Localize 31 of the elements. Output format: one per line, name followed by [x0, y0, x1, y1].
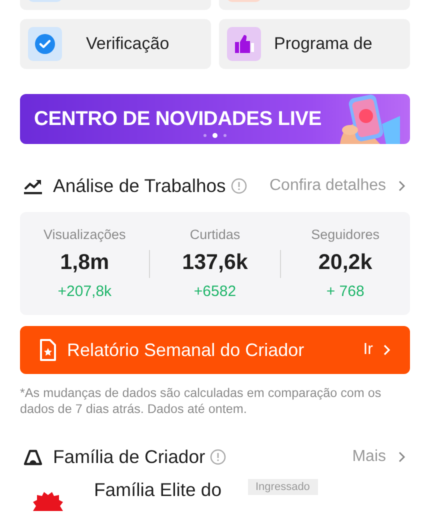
footnote: *As mudanças de dados são calculadas em comparação com os dados de 7 dias atrás. Dados até ontem.	[20, 386, 382, 417]
verified-icon	[28, 27, 62, 61]
carousel-dot[interactable]	[224, 134, 226, 137]
trend-chart-icon	[23, 177, 43, 195]
shortcut-card[interactable]: Verificação	[20, 19, 211, 69]
stat-change: +6582	[194, 283, 236, 300]
shortcut-card[interactable]: Programa de	[219, 19, 410, 69]
document-star-icon	[39, 339, 57, 361]
carousel-dot[interactable]	[212, 133, 218, 138]
family-name: Família Elite do	[94, 479, 222, 501]
weekly-report-button[interactable]: Relatório Semanal do Criador Ir	[20, 326, 410, 374]
thumbs-up-icon	[227, 27, 261, 61]
section-title: Família de Criador	[53, 446, 206, 468]
stat-label: Visualizações	[44, 227, 126, 242]
info-icon[interactable]	[230, 178, 247, 194]
banner[interactable]: CENTRO DE NOVIDADES LIVE	[20, 94, 410, 144]
stat-label: Seguidores	[311, 227, 380, 242]
chevron-icon	[383, 344, 391, 356]
banner-title: CENTRO DE NOVIDADES LIVE	[34, 108, 322, 130]
stat-change: + 768	[326, 283, 364, 300]
chevron-icon[interactable]	[398, 451, 406, 463]
info-icon[interactable]	[210, 449, 226, 465]
stat-label: Curtidas	[190, 227, 240, 242]
section-title: Análise de Trabalhos	[53, 175, 226, 197]
stat-change: +207,8k	[58, 283, 112, 300]
carousel-dot[interactable]	[204, 134, 206, 137]
stat-value: 20,2k	[318, 250, 372, 275]
chevron-icon[interactable]	[398, 180, 406, 192]
stat-value: 1,8m	[60, 250, 110, 275]
status-tag: Ingressado	[248, 479, 318, 495]
stat-value: 137,6k	[182, 250, 248, 275]
